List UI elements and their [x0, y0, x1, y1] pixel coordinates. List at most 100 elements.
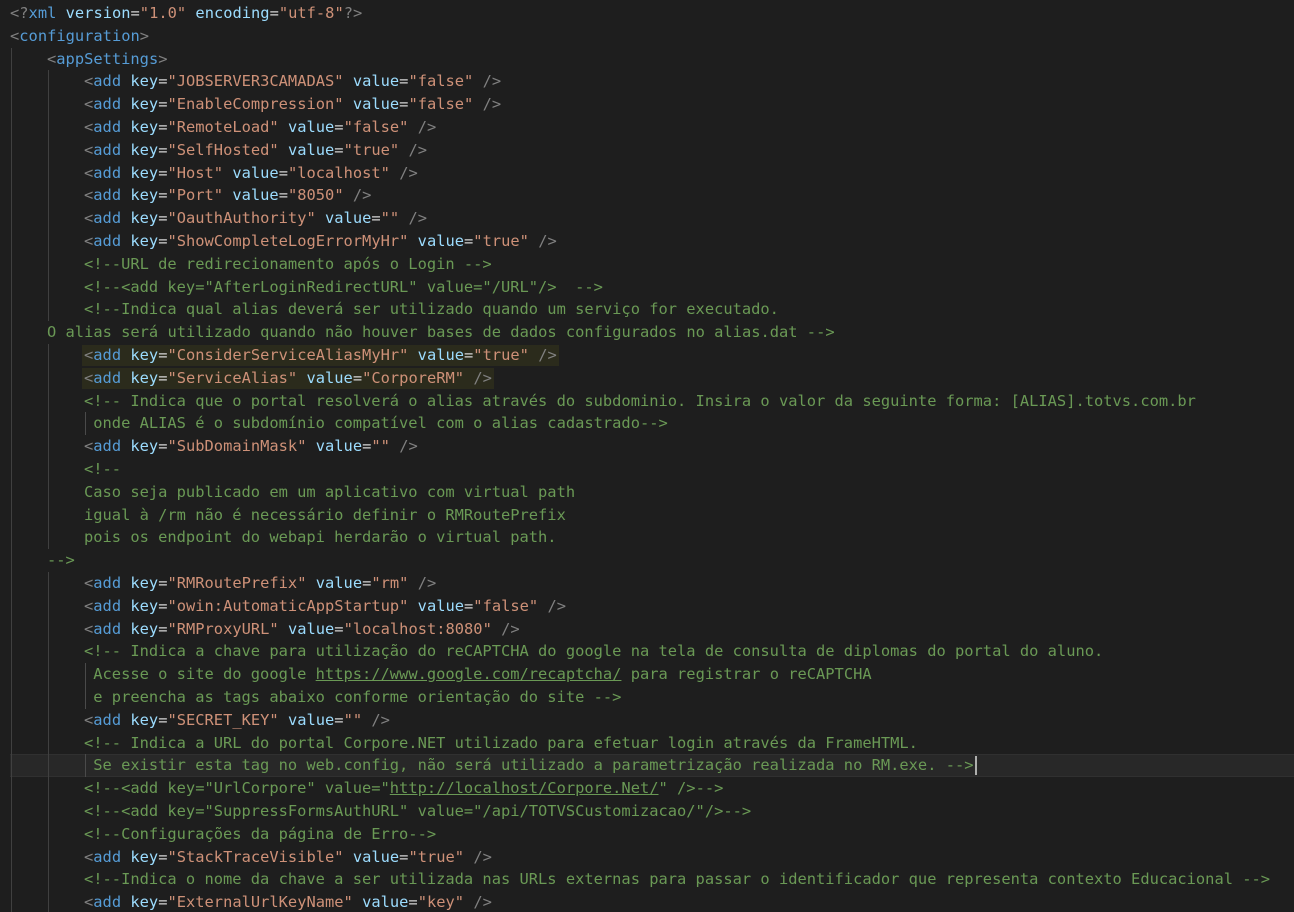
code-line[interactable]: <add key="EnableCompression" value="fals… — [0, 93, 1294, 116]
code-line[interactable]: <!--Configurações da página de Erro--> — [0, 822, 1294, 846]
indent-guide — [11, 389, 12, 413]
comment-link[interactable]: http://localhost/Corpore.Net/ — [390, 779, 659, 797]
code-line[interactable]: <add key="Host" value="localhost" /> — [0, 161, 1294, 185]
code-line[interactable]: <add key="OauthAuthority" value="" /> — [0, 207, 1294, 230]
code-line[interactable]: <appSettings> — [0, 47, 1294, 71]
code-line[interactable]: <!-- — [0, 458, 1294, 481]
indent-guide — [48, 800, 49, 823]
comment-token: <!-- Indica a URL do portal Corpore.NET … — [84, 733, 918, 752]
code-line[interactable]: pois os endpoint do webapi herdarão o vi… — [0, 526, 1294, 550]
equals-token: = — [334, 140, 344, 159]
attribute-token: key — [130, 574, 159, 592]
code-line[interactable]: <add key="StackTraceVisible" value="true… — [0, 845, 1294, 869]
code-line[interactable]: <add key="RemoteLoad" value="false" /> — [0, 116, 1294, 139]
indent-guide — [48, 640, 49, 664]
code-line[interactable]: onde ALIAS é o subdomínio compatível com… — [0, 412, 1294, 436]
code-text: pois os endpoint do webapi herdarão o vi… — [84, 526, 557, 549]
code-text: <!-- Indica a URL do portal Corpore.NET … — [84, 732, 918, 755]
equals-token: = — [334, 710, 344, 729]
indent-guide — [48, 458, 49, 481]
code-editor[interactable]: <?xml version="1.0" encoding="utf-8"?> <c… — [0, 0, 1294, 912]
string-token: "false" — [473, 596, 539, 615]
code-line[interactable]: igual à /rm não é necessário definir o R… — [0, 503, 1294, 527]
code-line[interactable]: <add key = "owin:AutomaticAppStartup" valu… — [0, 594, 1294, 618]
string-token: "ConsiderServiceAliasMyHr" — [167, 346, 409, 364]
code-line[interactable]: <configuration> — [0, 25, 1294, 48]
code-line[interactable]: <add key = "ConsiderServiceAliasMyHr" valu… — [0, 344, 1294, 367]
code-line[interactable]: <add key="RMRoutePrefix" value="rm" /> — [0, 572, 1294, 595]
code-line[interactable]: <add key="SubDomainMask" value="" /> — [0, 435, 1294, 458]
code-line[interactable]: Acesse o site do google https://www.goog… — [0, 663, 1294, 686]
string-token: "" — [380, 209, 400, 228]
code-line[interactable]: Se existir esta tag no web.config, não s… — [0, 754, 1294, 778]
code-line[interactable]: <add key="Port" value="8050" /> — [0, 184, 1294, 208]
code-text: <!--<add key="UrlCorpore" value="http://… — [84, 777, 723, 800]
indent-guide — [48, 708, 49, 732]
code-line[interactable]: <!--<add key="UrlCorpore" value="http://… — [0, 777, 1294, 800]
code-line[interactable]: <add key="JOBSERVER3CAMADAS" value="fals… — [0, 70, 1294, 94]
code-text: <add key="StackTraceVisible" value="true… — [84, 846, 492, 869]
code-line[interactable]: <!-- Indica a URL do portal Corpore.NET … — [0, 731, 1294, 755]
equals-token: = — [464, 346, 474, 364]
comment-token: onde ALIAS é o subdomínio compatível com… — [84, 414, 668, 433]
indent-guide — [48, 891, 49, 912]
code-line[interactable]: Caso seja publicado em um aplicativo com… — [0, 480, 1294, 504]
equals-token: = — [278, 163, 288, 182]
indent-guide — [11, 822, 12, 846]
code-line[interactable]: <add key = "ShowCompleteLogErrorMyHr" valu… — [0, 230, 1294, 253]
code-line[interactable]: <!--<add key="SuppressFormsAuthURL" valu… — [0, 800, 1294, 823]
tag-name-token: add — [93, 163, 122, 182]
string-token: "SelfHosted" — [167, 140, 279, 159]
code-line[interactable]: O alias será utilizado quando não houver… — [0, 321, 1294, 344]
comment-token: " />--> — [658, 779, 724, 798]
code-line[interactable]: <!--Indica o nome da chave a ser utiliza… — [0, 868, 1294, 892]
bracket-token: /> — [501, 619, 520, 638]
indent-guide — [48, 184, 49, 208]
code-line[interactable]: <!-- Indica que o portal resolverá o ali… — [0, 389, 1294, 413]
indent-guide — [48, 389, 49, 413]
indent-guide — [48, 868, 49, 892]
string-token: "key" — [417, 893, 465, 912]
comment-token: <!--Configurações da página de Erro--> — [84, 824, 437, 843]
tag-name-token: add — [93, 140, 122, 159]
comment-link[interactable]: https://www.google.com/recaptcha/ — [316, 665, 622, 683]
code-line[interactable]: <!-- Indica a chave para utilização do r… — [0, 640, 1294, 664]
code-line[interactable]: --> — [0, 549, 1294, 572]
bracket-token: /> — [399, 163, 418, 182]
attribute-token: value — [352, 72, 400, 91]
code-line[interactable]: <add key="RMProxyURL" value="localhost:8… — [0, 617, 1294, 641]
string-token: "RemoteLoad" — [167, 118, 279, 136]
code-line[interactable]: <add key="ServiceAlias" value="CorporeRM… — [0, 366, 1294, 390]
indent-guide — [11, 686, 12, 709]
code-text: igual à /rm não é necessário definir o R… — [84, 504, 566, 527]
bracket-token: /> — [482, 95, 502, 114]
code-text: <!--Indica o nome da chave a ser utiliza… — [84, 868, 1270, 891]
code-line[interactable]: <add key="ExternalUrlKeyName" value="key… — [0, 891, 1294, 912]
comment-token: pois os endpoint do webapi herdarão o vi… — [84, 528, 557, 547]
string-token: "utf-8" — [278, 4, 344, 22]
attribute-token: value — [417, 232, 465, 250]
code-line[interactable]: <!--Indica qual alias deverá ser utiliza… — [0, 298, 1294, 322]
code-line[interactable]: <add key="SECRET_KEY" value="" /> — [0, 708, 1294, 732]
indent-guide — [48, 70, 49, 94]
tag-name-token: add — [93, 437, 122, 456]
code-line[interactable]: <add key="SelfHosted" value="true" /> — [0, 138, 1294, 162]
bracket-token: < — [84, 72, 94, 91]
tag-name-token: add — [93, 368, 122, 387]
code-text: <!--<add key="AfterLoginRedirectURL" val… — [84, 276, 603, 299]
code-line[interactable]: <?xml version="1.0" encoding="utf-8"?> — [0, 2, 1294, 25]
comment-token: <!-- Indica que o portal resolverá o ali… — [84, 391, 1196, 410]
indent-guide — [11, 572, 12, 595]
attribute-token: key — [130, 437, 159, 456]
code-line[interactable]: e preencha as tags abaixo conforme orien… — [0, 686, 1294, 709]
code-line[interactable]: <!--URL de redirecionamento após o Login… — [0, 252, 1294, 276]
code-line[interactable]: <!--<add key="AfterLoginRedirectURL" val… — [0, 275, 1294, 299]
code-text: <add key="ServiceAlias" value="CorporeRM… — [84, 367, 492, 390]
attribute-token: value — [417, 346, 465, 364]
